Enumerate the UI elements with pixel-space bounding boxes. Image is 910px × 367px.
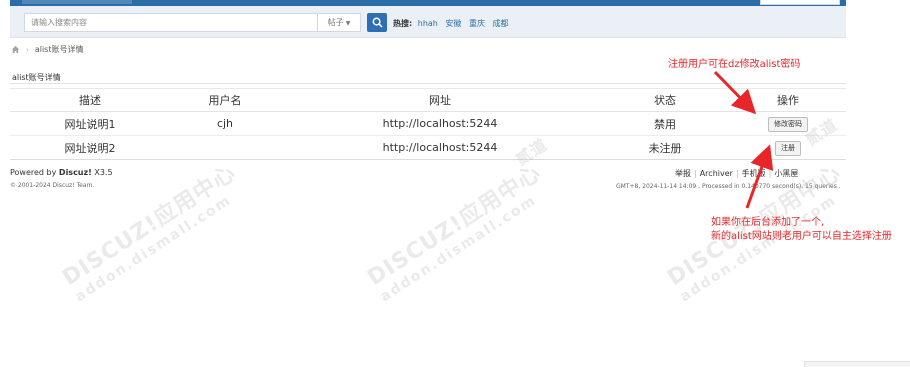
top-nav-user-box[interactable] bbox=[760, 0, 840, 5]
table-header-row: 描述 用户名 网址 状态 操作 bbox=[10, 88, 846, 112]
divider: | bbox=[768, 169, 772, 178]
hot-search: 热搜: hhah 安徽 重庆 成都 bbox=[393, 18, 514, 29]
watermark-brand: DISCUZ!应用中心 bbox=[363, 160, 546, 291]
watermark-domain: addon.dismall.com bbox=[377, 192, 540, 306]
annotation-note-top: 注册用户可在dz修改alist密码 bbox=[668, 59, 801, 70]
footer-links: 举报 | Archiver | 手机版 | 小黑屋 bbox=[675, 168, 798, 179]
cell-status: 未注册 bbox=[600, 135, 730, 160]
corner-widget bbox=[804, 361, 910, 367]
cell-url: http://localhost:5244 bbox=[280, 111, 600, 136]
search-type-select[interactable]: 帖子 ▼ bbox=[318, 13, 361, 32]
footer-link-blacklist[interactable]: 小黑屋 bbox=[774, 169, 798, 178]
footer-version: X3.5 bbox=[94, 168, 113, 177]
annotation-line: 新的alist网站则老用户可以自主选择注册 bbox=[711, 231, 892, 242]
footer-link-report[interactable]: 举报 bbox=[675, 169, 691, 178]
search-bar: 请输入搜索内容 帖子 ▼ 热搜: hhah 安徽 重庆 成都 bbox=[10, 6, 846, 38]
column-header-description: 描述 bbox=[10, 88, 170, 112]
column-header-status: 状态 bbox=[600, 88, 730, 112]
change-password-button[interactable]: 修改密码 bbox=[768, 116, 808, 132]
hot-term[interactable]: 重庆 bbox=[469, 19, 485, 28]
hot-search-label: 热搜: bbox=[393, 19, 413, 28]
footer-link-mobile[interactable]: 手机版 bbox=[742, 169, 766, 178]
footer-link-archiver[interactable]: Archiver bbox=[700, 169, 733, 178]
cell-description: 网址说明2 bbox=[10, 135, 170, 160]
hot-term[interactable]: 成都 bbox=[493, 19, 509, 28]
breadcrumb: › alist账号详情 bbox=[11, 44, 83, 55]
cell-status: 禁用 bbox=[600, 111, 730, 136]
divider: | bbox=[694, 169, 697, 178]
table-row: 网址说明2 http://localhost:5244 未注册 注册 bbox=[10, 135, 846, 160]
column-header-action: 操作 bbox=[730, 88, 846, 112]
cell-url: http://localhost:5244 bbox=[280, 135, 600, 160]
annotation-note-bottom: 如果你在后台添加了一个, 新的alist网站则老用户可以自主选择注册 bbox=[711, 216, 892, 244]
divider bbox=[10, 83, 846, 84]
watermark: DISCUZ!应用中心 addon.dismall.com bbox=[360, 155, 555, 305]
footer-powered-by: Powered by Discuz! X3.5 bbox=[10, 168, 113, 177]
watermark-domain: addon.dismall.com bbox=[72, 192, 235, 306]
divider: | bbox=[735, 169, 739, 178]
cell-action: 注册 bbox=[730, 135, 846, 160]
hot-term[interactable]: 安徽 bbox=[445, 19, 461, 28]
search-icon bbox=[372, 17, 383, 28]
cell-action: 修改密码 bbox=[730, 111, 846, 136]
search-input[interactable]: 请输入搜索内容 bbox=[24, 13, 318, 32]
cell-username: cjh bbox=[170, 111, 280, 136]
column-header-url: 网址 bbox=[280, 88, 600, 112]
hot-term[interactable]: hhah bbox=[418, 19, 438, 28]
breadcrumb-separator: › bbox=[26, 45, 29, 54]
cell-username bbox=[170, 135, 280, 160]
home-icon[interactable] bbox=[11, 45, 20, 54]
cell-description: 网址说明1 bbox=[10, 111, 170, 136]
footer-processed-time: GMT+8, 2024-11-14 14:09 , Processed in 0… bbox=[616, 183, 841, 190]
column-header-username: 用户名 bbox=[170, 88, 280, 112]
breadcrumb-current[interactable]: alist账号详情 bbox=[35, 44, 84, 55]
search-type-label: 帖子 bbox=[327, 18, 344, 27]
table-row: 网址说明1 cjh http://localhost:5244 禁用 修改密码 bbox=[10, 111, 846, 136]
account-table: 描述 用户名 网址 状态 操作 网址说明1 cjh http://localho… bbox=[10, 88, 846, 160]
footer-powered-prefix: Powered by bbox=[10, 168, 57, 177]
watermark-brand: DISCUZ!应用中心 bbox=[58, 160, 241, 291]
top-nav-items[interactable] bbox=[22, 0, 132, 4]
section-title: alist账号详情 bbox=[12, 73, 61, 82]
watermark: DISCUZ!应用中心 addon.dismall.com bbox=[55, 155, 250, 305]
register-button[interactable]: 注册 bbox=[775, 140, 801, 156]
chevron-down-icon: ▼ bbox=[345, 20, 351, 27]
search-button[interactable] bbox=[367, 13, 387, 32]
page: 请输入搜索内容 帖子 ▼ 热搜: hhah 安徽 重庆 成都 › alist账号详… bbox=[0, 0, 910, 367]
footer-copyright: © 2001-2024 Discuz! Team. bbox=[10, 182, 95, 189]
footer-brand-link[interactable]: Discuz! bbox=[59, 168, 92, 177]
annotation-line: 如果你在后台添加了一个, bbox=[711, 217, 825, 228]
